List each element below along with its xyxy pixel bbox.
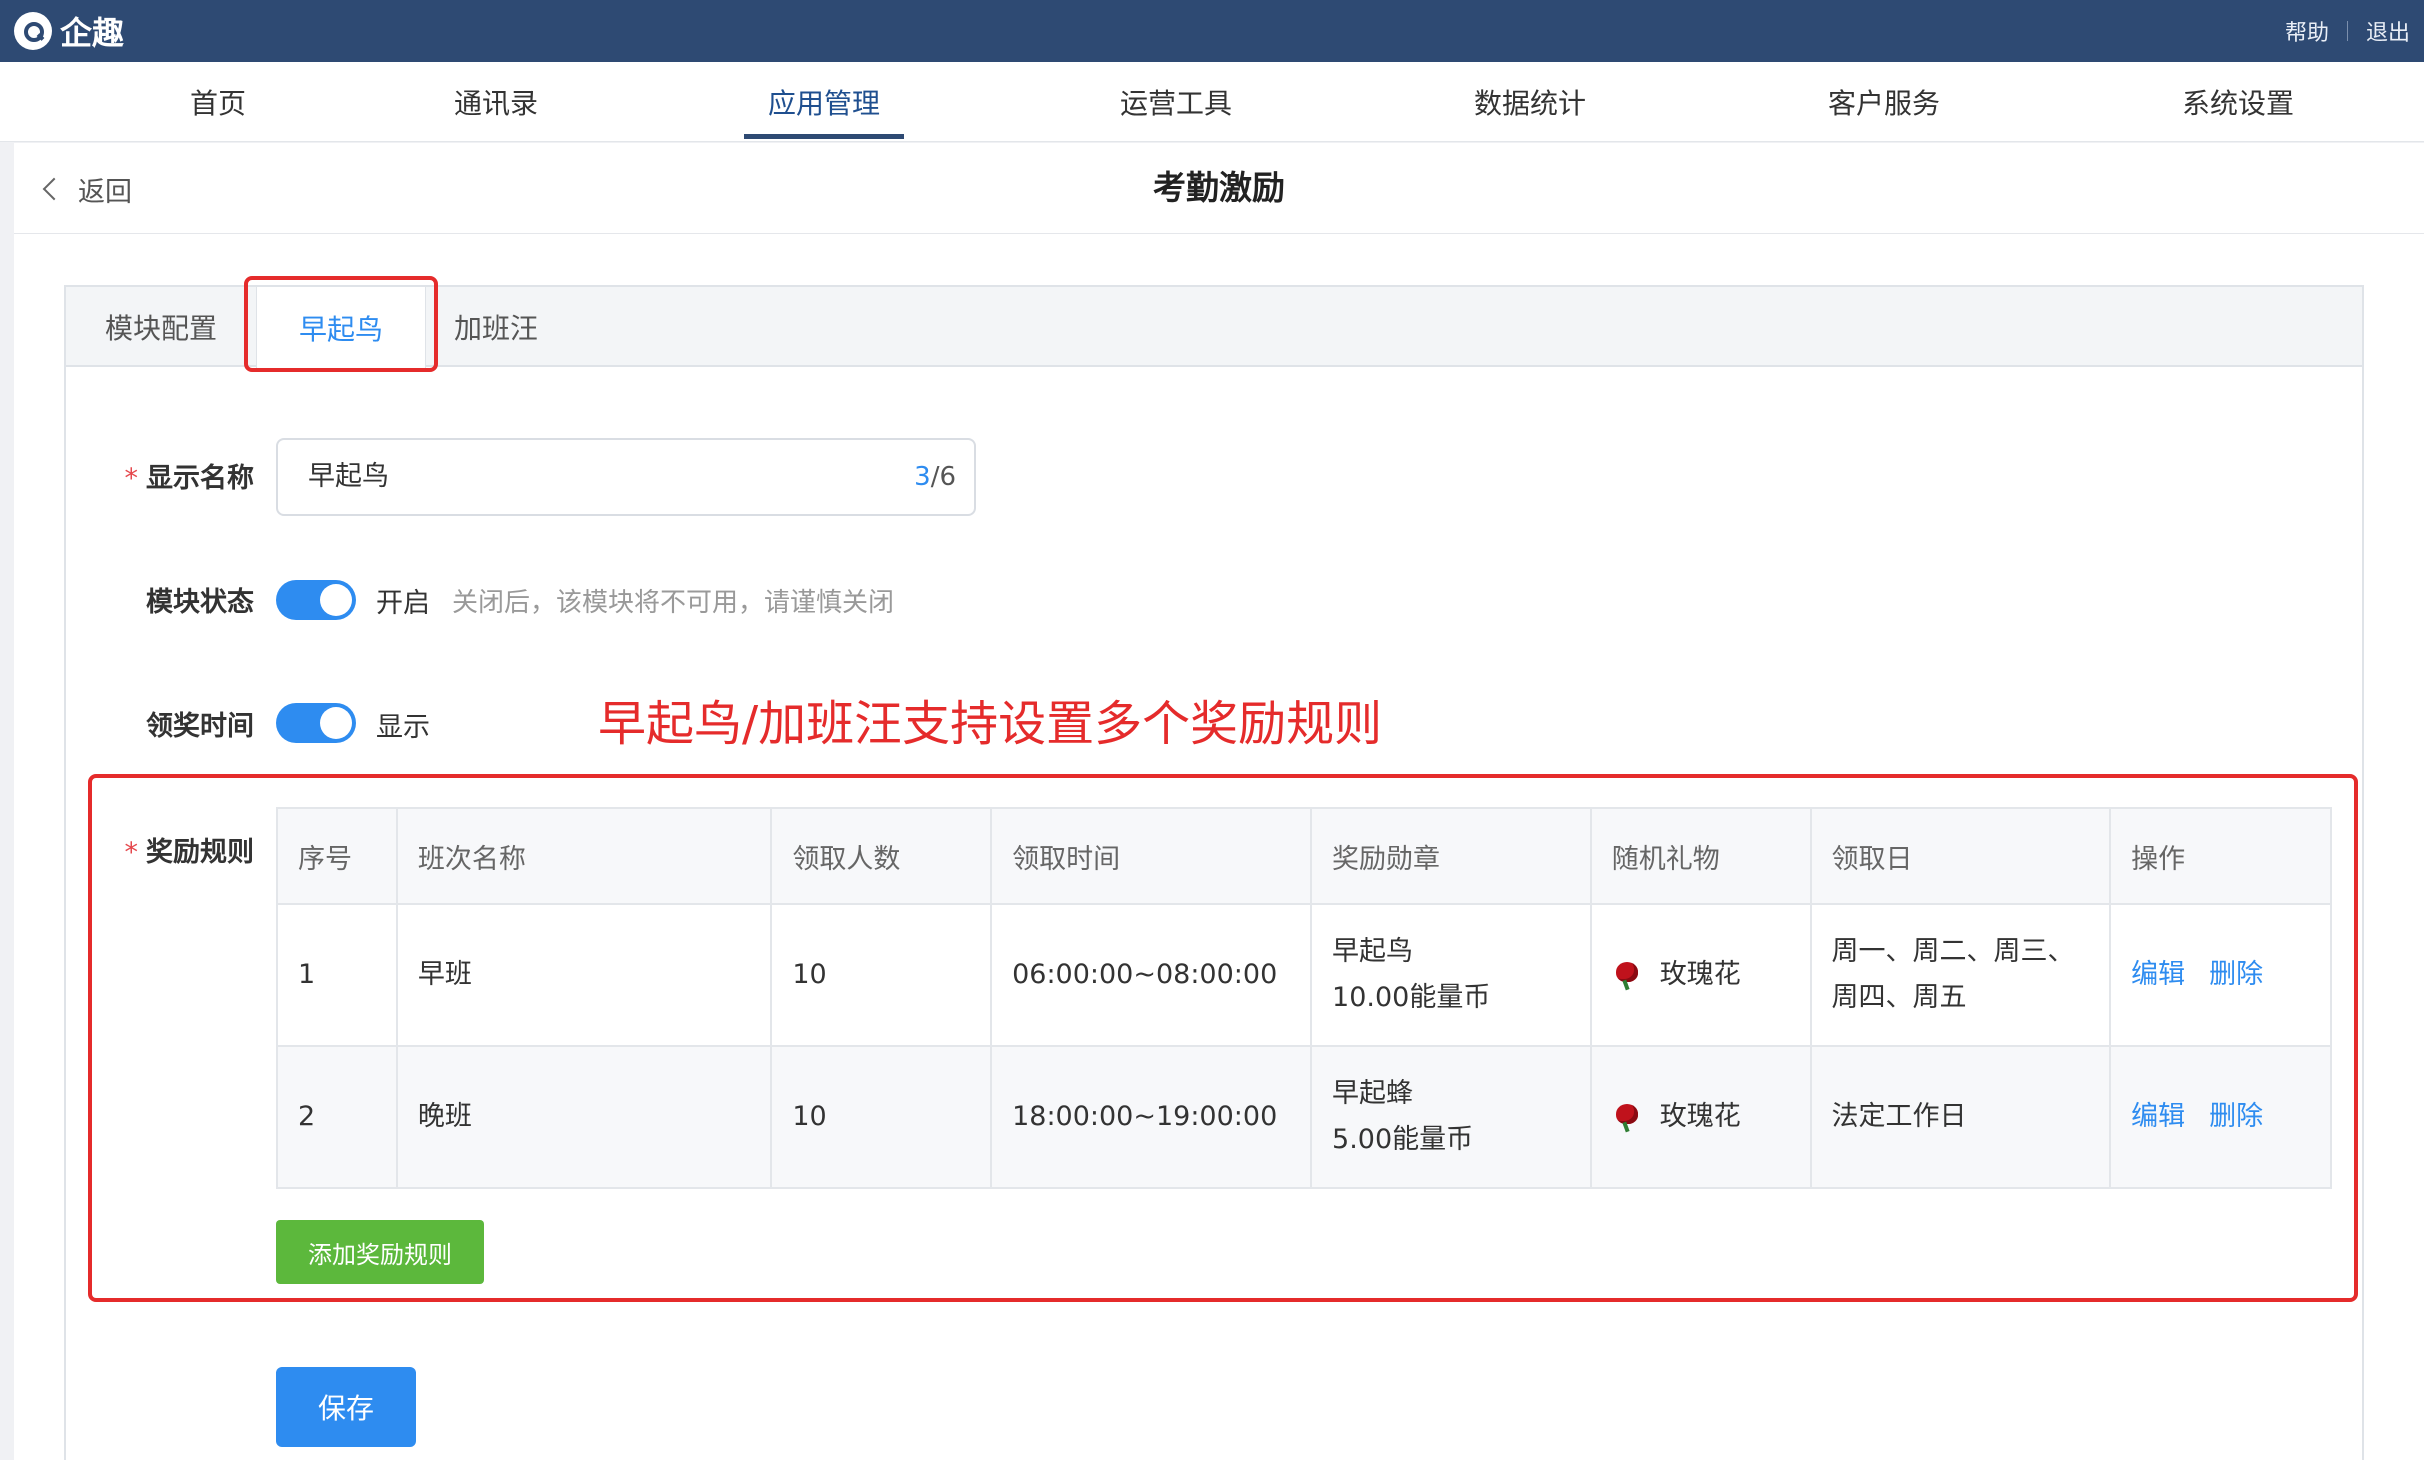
tab-overtime-dog[interactable]: 加班汪 <box>426 287 566 367</box>
chevron-left-icon <box>42 177 66 201</box>
nav-item-data-statistics[interactable]: 数据统计 <box>1450 62 1610 142</box>
required-mark: * <box>124 463 139 494</box>
claim-time-label: 领奖时间 <box>146 711 254 742</box>
top-bar: 企趣 帮助 退出 <box>0 0 2424 62</box>
help-link[interactable]: 帮助 <box>2285 15 2329 47</box>
module-status-hint: 关闭后，该模块将不可用，请谨慎关闭 <box>452 588 895 618</box>
claim-time-text: 显示 <box>376 712 430 743</box>
module-status-text: 开启 <box>376 588 430 619</box>
module-status-label: 模块状态 <box>146 587 254 618</box>
top-links: 帮助 退出 <box>2285 0 2410 62</box>
logout-link[interactable]: 退出 <box>2366 15 2410 47</box>
tab-highlight-box <box>244 276 438 372</box>
module-status-toggle[interactable] <box>276 580 356 620</box>
display-name-input[interactable]: 早起鸟 3/6 <box>276 438 976 516</box>
nav-item-customer-service[interactable]: 客户服务 <box>1804 62 1964 142</box>
claim-time-toggle[interactable] <box>276 703 356 743</box>
nav-item-app-management[interactable]: 应用管理 <box>744 62 904 142</box>
rules-highlight-box <box>88 774 2358 1302</box>
header-divider <box>14 233 2424 234</box>
annotation-note: 早起鸟/加班汪支持设置多个奖励规则 <box>598 696 1383 752</box>
back-button[interactable]: 返回 <box>40 169 132 209</box>
nav-active-underline <box>744 134 904 139</box>
brand[interactable]: 企趣 <box>14 9 124 53</box>
nav-item-contacts[interactable]: 通讯录 <box>436 62 556 142</box>
save-button[interactable]: 保存 <box>276 1367 416 1447</box>
nav-item-home[interactable]: 首页 <box>168 62 268 142</box>
display-name-value: 早起鸟 <box>308 461 389 492</box>
nav-item-system-settings[interactable]: 系统设置 <box>2158 62 2318 142</box>
display-name-label: * 显示名称 <box>124 463 255 494</box>
main-nav: 首页 通讯录 应用管理 运营工具 数据统计 客户服务 系统设置 <box>0 62 2424 142</box>
nav-item-operations-tools[interactable]: 运营工具 <box>1096 62 1256 142</box>
char-counter: 3/6 <box>914 462 956 492</box>
page-title: 考勤激励 <box>1153 168 1285 207</box>
back-label: 返回 <box>78 176 132 208</box>
brand-name: 企趣 <box>60 14 125 52</box>
top-link-divider <box>2346 21 2348 41</box>
qiqu-logo-icon <box>14 12 52 50</box>
tab-module-config[interactable]: 模块配置 <box>66 287 256 367</box>
